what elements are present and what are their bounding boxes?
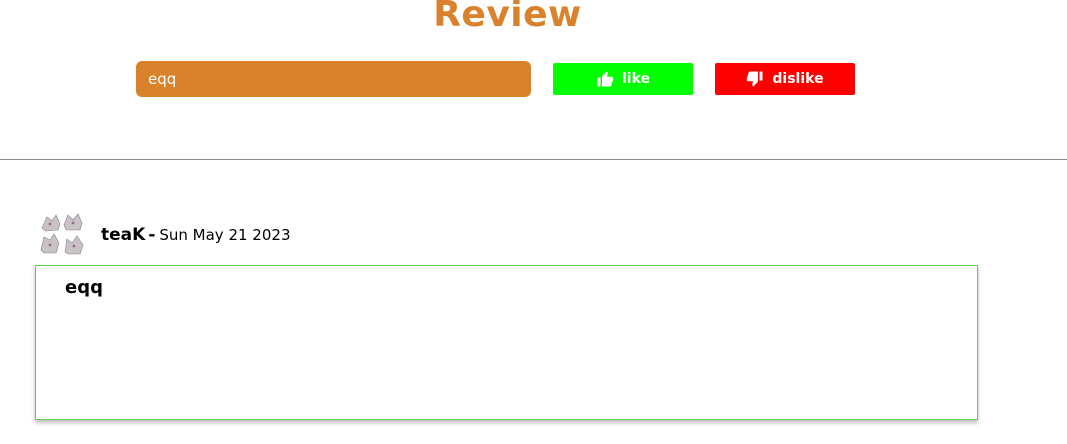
divider	[0, 159, 1067, 160]
thumbs-down-icon	[746, 70, 764, 88]
review-separator: -	[148, 225, 156, 245]
avatar	[38, 212, 86, 256]
dislike-label: dislike	[772, 71, 824, 87]
thumbs-up-icon	[596, 70, 614, 88]
review-author: teaK	[101, 225, 146, 245]
review-text: eqq	[65, 277, 103, 298]
page-title: Review	[433, 0, 582, 35]
review-card: eqq	[35, 265, 978, 420]
review-meta: teaK - Sun May 21 2023	[101, 225, 291, 245]
review-input[interactable]	[136, 61, 531, 97]
like-label: like	[621, 71, 651, 87]
dislike-button[interactable]: dislike	[715, 63, 855, 95]
like-button[interactable]: like	[553, 63, 693, 95]
review-date: Sun May 21 2023	[159, 226, 291, 244]
